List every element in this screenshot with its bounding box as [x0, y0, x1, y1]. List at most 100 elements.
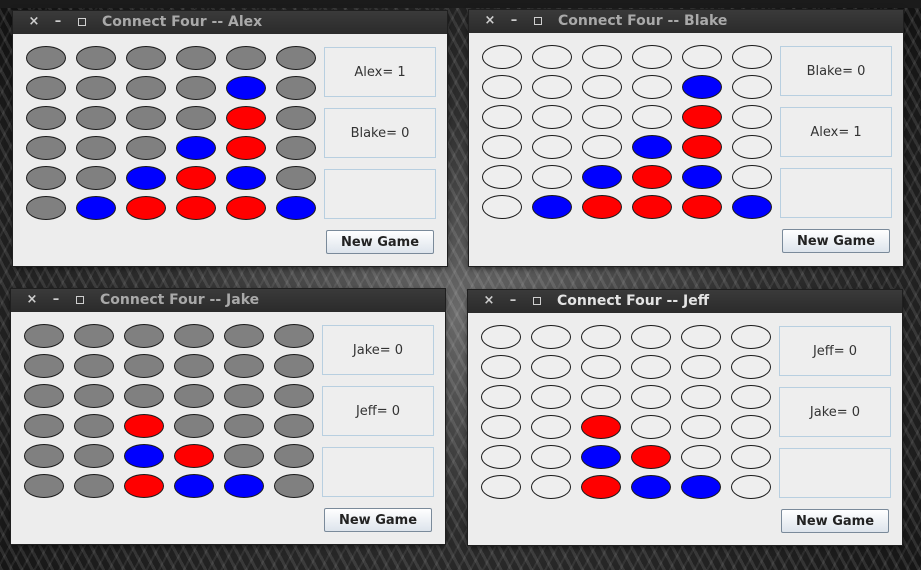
blue-piece[interactable] [76, 196, 116, 220]
empty-slot[interactable] [274, 324, 314, 348]
red-piece[interactable] [632, 165, 672, 189]
empty-slot[interactable] [74, 384, 114, 408]
minimize-icon[interactable]: – [506, 13, 522, 29]
empty-slot[interactable] [74, 324, 114, 348]
empty-slot[interactable] [481, 415, 521, 439]
empty-slot[interactable] [481, 325, 521, 349]
empty-slot[interactable] [531, 475, 571, 499]
empty-slot[interactable] [224, 384, 264, 408]
empty-slot[interactable] [482, 165, 522, 189]
empty-slot[interactable] [224, 324, 264, 348]
empty-slot[interactable] [174, 414, 214, 438]
minimize-icon[interactable]: – [50, 14, 66, 30]
empty-slot[interactable] [174, 384, 214, 408]
blue-piece[interactable] [732, 195, 772, 219]
empty-slot[interactable] [226, 46, 266, 70]
empty-slot[interactable] [682, 45, 722, 69]
empty-slot[interactable] [176, 76, 216, 100]
empty-slot[interactable] [631, 355, 671, 379]
window-titlebar[interactable]: × – Connect Four -- Alex [13, 11, 447, 34]
empty-slot[interactable] [126, 46, 166, 70]
empty-slot[interactable] [532, 45, 572, 69]
empty-slot[interactable] [732, 75, 772, 99]
empty-slot[interactable] [76, 136, 116, 160]
empty-slot[interactable] [681, 445, 721, 469]
empty-slot[interactable] [482, 75, 522, 99]
empty-slot[interactable] [26, 136, 66, 160]
empty-slot[interactable] [26, 196, 66, 220]
empty-slot[interactable] [24, 324, 64, 348]
close-icon[interactable]: × [481, 293, 497, 309]
empty-slot[interactable] [532, 105, 572, 129]
empty-slot[interactable] [732, 45, 772, 69]
empty-slot[interactable] [732, 135, 772, 159]
new-game-button[interactable]: New Game [781, 509, 889, 533]
blue-piece[interactable] [582, 165, 622, 189]
red-piece[interactable] [631, 445, 671, 469]
empty-slot[interactable] [74, 354, 114, 378]
empty-slot[interactable] [24, 384, 64, 408]
minimize-icon[interactable]: – [505, 293, 521, 309]
empty-slot[interactable] [276, 136, 316, 160]
empty-slot[interactable] [631, 415, 671, 439]
empty-slot[interactable] [276, 46, 316, 70]
blue-piece[interactable] [681, 475, 721, 499]
maximize-icon[interactable] [530, 13, 546, 29]
blue-piece[interactable] [224, 474, 264, 498]
empty-slot[interactable] [76, 166, 116, 190]
blue-piece[interactable] [124, 444, 164, 468]
empty-slot[interactable] [174, 354, 214, 378]
new-game-button[interactable]: New Game [324, 508, 432, 532]
empty-slot[interactable] [531, 355, 571, 379]
close-icon[interactable]: × [24, 292, 40, 308]
empty-slot[interactable] [24, 414, 64, 438]
empty-slot[interactable] [581, 355, 621, 379]
empty-slot[interactable] [26, 46, 66, 70]
empty-slot[interactable] [481, 355, 521, 379]
empty-slot[interactable] [681, 325, 721, 349]
empty-slot[interactable] [124, 324, 164, 348]
empty-slot[interactable] [581, 385, 621, 409]
empty-slot[interactable] [632, 105, 672, 129]
empty-slot[interactable] [126, 106, 166, 130]
empty-slot[interactable] [124, 354, 164, 378]
empty-slot[interactable] [531, 445, 571, 469]
empty-slot[interactable] [531, 385, 571, 409]
empty-slot[interactable] [176, 46, 216, 70]
red-piece[interactable] [174, 444, 214, 468]
empty-slot[interactable] [582, 135, 622, 159]
empty-slot[interactable] [731, 385, 771, 409]
empty-slot[interactable] [76, 46, 116, 70]
empty-slot[interactable] [532, 135, 572, 159]
empty-slot[interactable] [531, 415, 571, 439]
empty-slot[interactable] [274, 384, 314, 408]
game-board[interactable] [481, 325, 781, 505]
empty-slot[interactable] [74, 444, 114, 468]
empty-slot[interactable] [532, 165, 572, 189]
empty-slot[interactable] [24, 354, 64, 378]
empty-slot[interactable] [276, 76, 316, 100]
blue-piece[interactable] [176, 136, 216, 160]
empty-slot[interactable] [481, 385, 521, 409]
empty-slot[interactable] [582, 105, 622, 129]
red-piece[interactable] [682, 135, 722, 159]
red-piece[interactable] [176, 166, 216, 190]
empty-slot[interactable] [76, 76, 116, 100]
empty-slot[interactable] [482, 105, 522, 129]
empty-slot[interactable] [731, 355, 771, 379]
red-piece[interactable] [176, 196, 216, 220]
empty-slot[interactable] [532, 75, 572, 99]
window-titlebar[interactable]: × – Connect Four -- Jake [11, 289, 445, 312]
close-icon[interactable]: × [26, 14, 42, 30]
empty-slot[interactable] [176, 106, 216, 130]
empty-slot[interactable] [74, 414, 114, 438]
red-piece[interactable] [682, 105, 722, 129]
empty-slot[interactable] [24, 444, 64, 468]
blue-piece[interactable] [276, 196, 316, 220]
empty-slot[interactable] [582, 45, 622, 69]
window-titlebar[interactable]: × – Connect Four -- Blake [469, 10, 903, 33]
red-piece[interactable] [581, 475, 621, 499]
empty-slot[interactable] [631, 325, 671, 349]
game-board[interactable] [24, 324, 324, 504]
empty-slot[interactable] [632, 75, 672, 99]
